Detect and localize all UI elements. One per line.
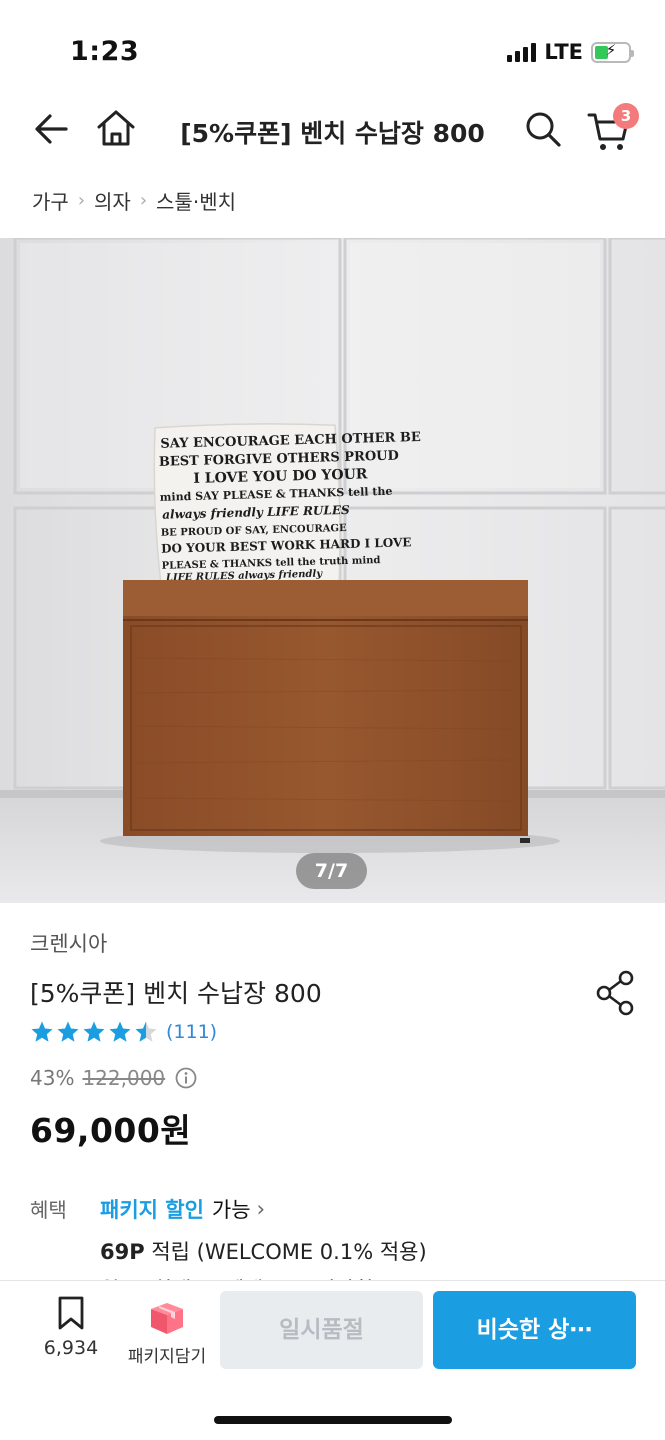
breadcrumb-item-chair[interactable]: 의자 [94,186,131,215]
chevron-right-icon: › [256,1197,265,1221]
signal-icon [507,42,537,62]
original-price: 122,000 [82,1066,166,1090]
bookmark-button[interactable]: 6,934 [36,1295,106,1365]
info-icon[interactable] [175,1067,197,1089]
product-image[interactable]: SAY ENCOURAGE EACH OTHER BE BEST FORGIVE… [0,238,665,903]
soldout-button[interactable]: 일시품절 [220,1291,423,1369]
status-bar: 1:23 LTE ⚡ [0,0,665,100]
similar-products-button[interactable]: 비슷한 상⋯ [433,1291,636,1369]
home-indicator [214,1416,452,1424]
package-add-button[interactable]: 패키지담기 [122,1295,212,1367]
discount-rate: 43% [30,1066,75,1090]
product-photo: SAY ENCOURAGE EACH OTHER BE BEST FORGIVE… [0,238,665,903]
share-icon[interactable] [594,968,638,1018]
benefit-label: 혜택 [30,1198,67,1222]
brand-name[interactable]: 크렌시아 [30,928,107,958]
search-icon[interactable] [522,108,564,150]
network-label: LTE [544,40,583,64]
points-amount: 69P [100,1240,145,1264]
breadcrumb: 가구 › 의자 › 스툴·벤치 [32,186,236,215]
chevron-right-icon: › [77,190,86,211]
bookmark-count: 6,934 [43,1337,99,1359]
package-discount-suffix: 가능 [211,1198,251,1222]
bookmark-icon [58,1296,84,1330]
battery-icon: ⚡ [591,41,634,63]
star-icon [135,1021,157,1042]
page-title: [5%쿠폰] 벤치 수납장 800 [180,119,485,148]
product-name: [5%쿠폰] 벤치 수납장 800 [30,979,322,1008]
review-count[interactable]: (111) [166,1021,217,1043]
status-time: 1:23 [70,36,140,67]
home-icon[interactable] [94,106,138,150]
star-icon [57,1021,79,1042]
package-add-label: 패키지담기 [127,1347,207,1367]
package-discount-link[interactable]: 패키지 할인 [100,1194,204,1224]
points-row: 69P 적립 (WELCOME 0.1% 적용) [100,1236,427,1266]
package-discount-row[interactable]: 패키지 할인 가능 › [100,1194,265,1224]
star-icon [31,1021,53,1042]
cart-count-badge: 3 [613,103,639,129]
discount-row: 43% 122,000 [30,1066,197,1090]
image-counter: 7/7 [296,853,367,889]
rating-stars[interactable]: (111) [30,1020,217,1044]
breadcrumb-item-stool-bench[interactable]: 스툴·벤치 [156,186,236,215]
breadcrumb-item-furniture[interactable]: 가구 [32,186,69,215]
sale-price: 69,000원 [30,1111,192,1150]
back-arrow-icon[interactable] [30,106,76,152]
chevron-right-icon: › [139,190,148,211]
star-icon [83,1021,105,1042]
gift-box-icon [151,1303,183,1334]
top-nav-bar: [5%쿠폰] 벤치 수납장 800 [0,100,665,160]
points-text: 적립 (WELCOME 0.1% 적용) [151,1240,427,1264]
status-icons: LTE ⚡ [507,40,634,64]
star-icon [109,1021,131,1042]
